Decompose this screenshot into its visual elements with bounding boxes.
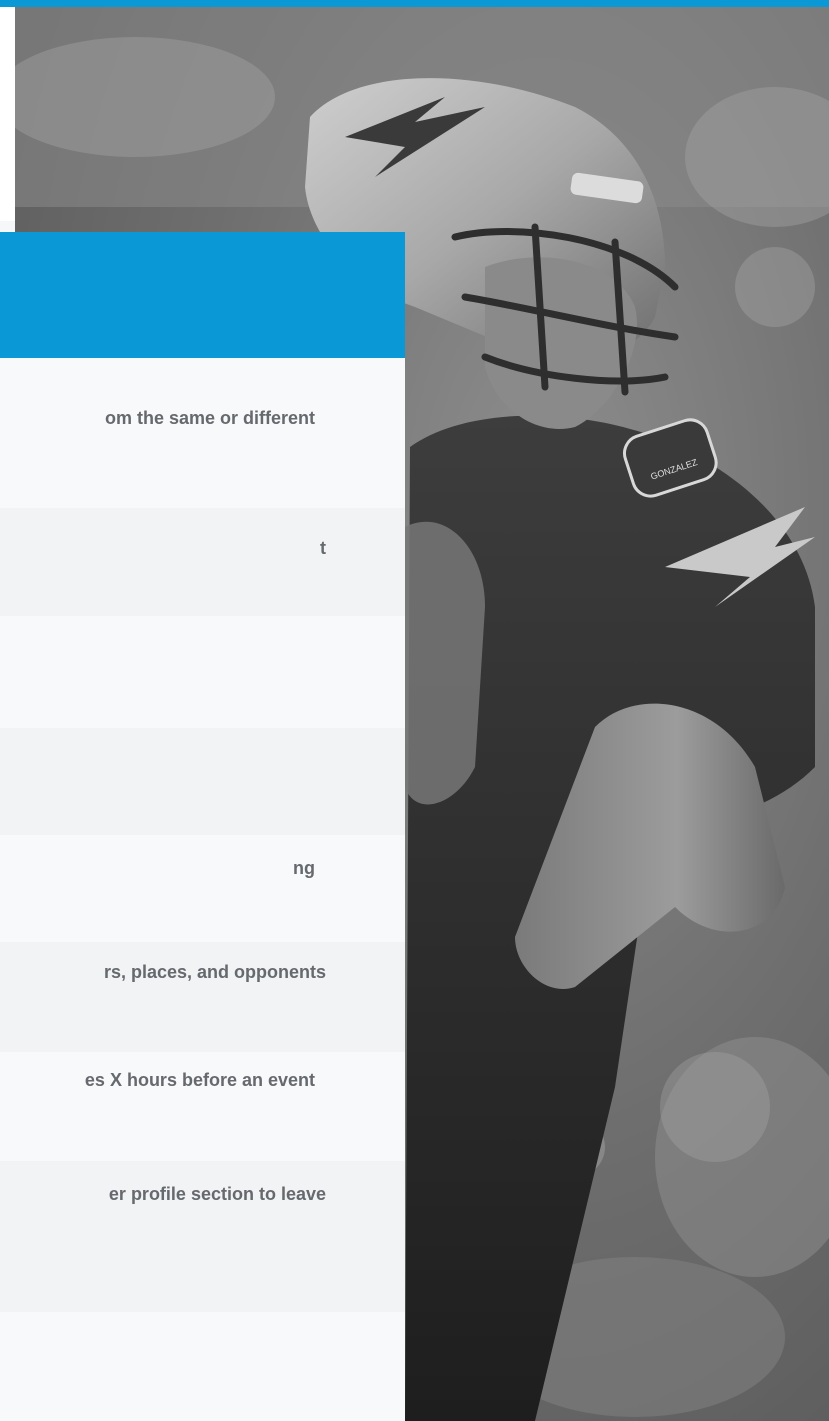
feature-item [0,616,405,728]
feature-item: rs, places, and opponents [0,942,405,1052]
feature-text: ng [293,858,315,878]
feature-panel: om the same or different t ng rs, places… [0,232,405,1421]
feature-text: rs, places, and opponents [103,962,326,982]
feature-item: ng [0,835,405,942]
feature-text: om the same or different [104,408,315,428]
feature-text: t [320,538,326,558]
top-accent-bar [0,0,829,7]
feature-item [0,728,405,835]
feature-list: om the same or different t ng rs, places… [0,358,405,1421]
feature-text: er profile section to leave [108,1184,326,1204]
page: GONZALEZ om the same or different t ng r… [0,0,829,1421]
feature-item: om the same or different [0,358,405,508]
feature-item: es X hours before an event [0,1052,405,1161]
left-edge-panel [0,7,15,221]
feature-item: t [0,508,405,616]
feature-panel-header [0,232,405,358]
feature-text: es X hours before an event [84,1070,315,1090]
feature-item: er profile section to leave [0,1161,405,1312]
feature-item [0,1312,405,1421]
